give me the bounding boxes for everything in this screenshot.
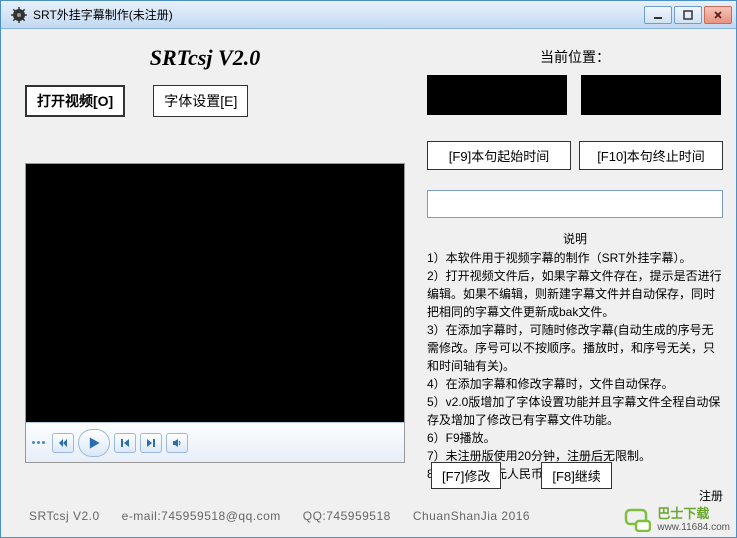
watermark-label: 巴士下载 [657,503,730,522]
app-title: SRTcsj V2.0 [15,45,395,71]
time-displays [427,75,723,115]
content-area: SRTcsj V2.0 打开视频[O] 字体设置[E] 当前位置： [1,29,736,537]
f8-continue-button[interactable]: [F8]继续 [541,462,611,489]
subtitle-text-input[interactable] [427,190,723,218]
close-button[interactable] [704,6,732,24]
window-title: SRT外挂字幕制作(未注册) [33,6,644,23]
description-body: 1）本软件用于视频字幕的制作（SRT外挂字幕）。 2）打开视频文件后，如果字幕文… [427,249,723,483]
end-time-display [581,75,721,115]
description-title: 说明 [427,230,723,247]
volume-button[interactable] [166,433,188,453]
footer-email: e-mail:745959518@qq.com [122,509,281,523]
titlebar: SRT外挂字幕制作(未注册) [1,1,736,29]
position-label: 当前位置： [427,47,723,67]
maximize-button[interactable] [674,6,702,24]
desc-line: 3）在添加字幕时，可随时修改字幕(自动生成的序号无需修改。序号可以不按顺序。播放… [427,321,723,375]
f7-modify-button[interactable]: [F7]修改 [431,462,501,489]
footer-version: SRTcsj V2.0 [29,509,100,523]
footer-author: ChuanShanJia 2016 [413,509,530,523]
media-controls [26,422,404,462]
seek-indicator [32,441,48,444]
video-canvas [26,164,404,422]
watermark-text: 巴士下载 www.11684.com [657,503,730,533]
footer-buttons: [F7]修改 [F8]继续 [431,462,612,489]
footer-qq: QQ:745959518 [303,509,391,523]
play-button[interactable] [78,429,110,457]
desc-line: 6）F9播放。 [427,429,723,447]
register-link[interactable]: 注册 [427,487,723,504]
video-player [25,163,405,463]
next-button[interactable] [140,433,162,453]
rewind-button[interactable] [52,433,74,453]
prev-button[interactable] [114,433,136,453]
desc-line: 4）在添加字幕和修改字幕时，文件自动保存。 [427,375,723,393]
watermark: 巴士下载 www.11684.com [623,503,730,533]
time-button-row: [F9]本句起始时间 [F10]本句终止时间 [427,141,723,170]
desc-line: 1）本软件用于视频字幕的制作（SRT外挂字幕）。 [427,249,723,267]
desc-line: 5）v2.0版增加了字体设置功能并且字幕文件全程自动保存及增加了修改已有字幕文件… [427,393,723,429]
watermark-site: www.11684.com [657,522,730,533]
open-video-button[interactable]: 打开视频[O] [25,85,125,117]
window-buttons [644,6,732,24]
minimize-button[interactable] [644,6,672,24]
app-window: SRT外挂字幕制作(未注册) SRTcsj V2.0 打开视频[O] 字体设置[… [0,0,737,538]
watermark-icon [623,504,651,532]
f9-start-time-button[interactable]: [F9]本句起始时间 [427,141,571,170]
font-setting-button[interactable]: 字体设置[E] [153,85,248,117]
f10-end-time-button[interactable]: [F10]本句终止时间 [579,141,723,170]
desc-line: 2）打开视频文件后，如果字幕文件存在，提示是否进行编辑。如果不编辑，则新建字幕文… [427,267,723,321]
footer-info: SRTcsj V2.0 e-mail:745959518@qq.com QQ:7… [29,509,530,523]
app-icon [11,7,27,23]
right-panel: 当前位置： [F9]本句起始时间 [F10]本句终止时间 说明 1）本软件用于视… [427,47,723,504]
start-time-display [427,75,567,115]
